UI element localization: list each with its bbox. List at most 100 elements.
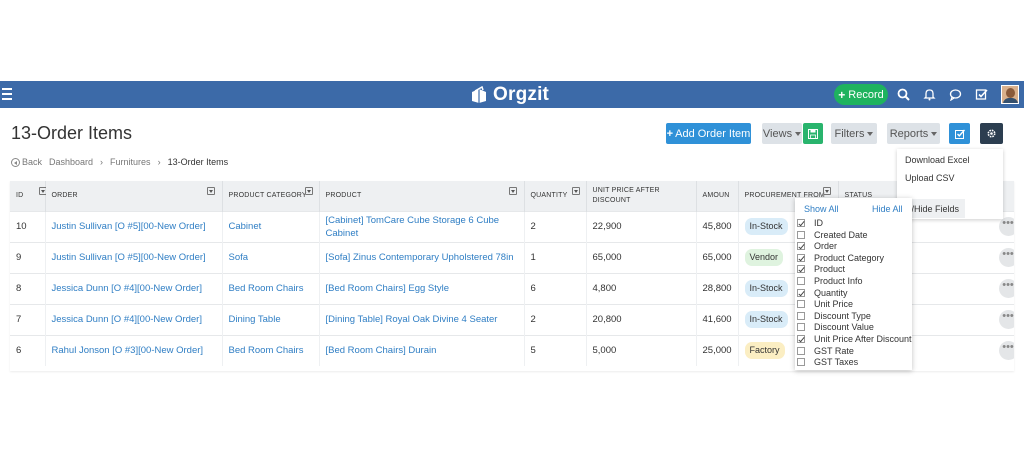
checkbox-icon[interactable]: [797, 300, 805, 309]
column-filter-icon[interactable]: [206, 187, 215, 195]
field-toggle-item[interactable]: Discount Type: [795, 311, 912, 323]
save-view-button[interactable]: [803, 123, 823, 144]
checkbox-icon[interactable]: [797, 277, 805, 285]
hide-all-link[interactable]: Hide All: [872, 204, 903, 214]
reports-dropdown[interactable]: Reports: [887, 123, 940, 144]
field-toggle-item[interactable]: Unit Price After Discount: [795, 334, 912, 346]
category-link[interactable]: Cabinet: [229, 221, 262, 232]
field-toggle-item[interactable]: Discount Value: [795, 322, 912, 334]
checkbox-icon[interactable]: [797, 219, 805, 227]
bell-icon[interactable]: [921, 86, 938, 103]
field-label: GST Rate: [814, 345, 854, 356]
hamburger-menu-icon[interactable]: [2, 88, 12, 100]
field-toggle-item[interactable]: Order: [795, 241, 912, 253]
checkbox-icon[interactable]: [797, 288, 805, 297]
more-actions-icon[interactable]: •••: [998, 310, 1014, 329]
order-link[interactable]: Justin Sullivan [O #5][00-New Order]: [52, 252, 206, 263]
field-toggle-item[interactable]: GST Rate: [795, 346, 912, 358]
orgzit-logo-icon: [472, 85, 486, 103]
cell-actions: •••: [898, 303, 1014, 335]
product-link[interactable]: [Bed Room Chairs] Durain: [326, 345, 437, 356]
checkbox-icon[interactable]: [797, 242, 805, 251]
product-link[interactable]: [Dining Table] Royal Oak Divine 4 Seater: [326, 314, 498, 325]
checkbox-icon[interactable]: [797, 346, 805, 355]
field-toggle-item[interactable]: Product Info: [795, 276, 912, 288]
product-link[interactable]: [Bed Room Chairs] Egg Style: [326, 283, 450, 294]
settings-button[interactable]: [980, 123, 1003, 144]
checkbox-icon[interactable]: [797, 253, 805, 262]
tasks-check-icon[interactable]: [973, 86, 990, 103]
column-filter-icon[interactable]: [822, 187, 831, 195]
cell-actions: •••: [898, 272, 1014, 304]
back-link[interactable]: Back: [11, 157, 42, 168]
cell-quantity: 2: [524, 210, 587, 242]
field-toggle-item[interactable]: Created Date: [795, 230, 912, 242]
column-header-order[interactable]: ORDER: [45, 181, 223, 211]
cell-order: Rahul Jonson [O #3][00-New Order]: [45, 334, 223, 366]
category-link[interactable]: Bed Room Chairs: [229, 283, 304, 294]
field-toggle-item[interactable]: GST Taxes: [795, 357, 912, 369]
download-excel-item[interactable]: Download Excel: [905, 155, 970, 165]
cell-unit-price: 65,000: [586, 241, 697, 273]
checkbox-icon[interactable]: [797, 230, 805, 239]
field-toggle-item[interactable]: Product: [795, 264, 912, 276]
cell-quantity: 6: [524, 272, 587, 304]
order-link[interactable]: Justin Sullivan [O #5][00-New Order]: [52, 221, 206, 232]
column-filter-icon[interactable]: [571, 187, 580, 195]
product-link[interactable]: [Cabinet] TomCare Cube Storage 6 Cube Ca…: [326, 215, 500, 239]
column-filter-icon[interactable]: [508, 187, 517, 195]
upload-csv-item[interactable]: Upload CSV: [905, 173, 955, 183]
checkbox-icon[interactable]: [797, 323, 805, 332]
cell-unit-price: 20,800: [586, 303, 697, 335]
order-link[interactable]: Jessica Dunn [O #4][00-New Order]: [52, 283, 202, 294]
more-actions-icon[interactable]: •••: [998, 248, 1014, 267]
column-header-unit-price[interactable]: UNIT PRICE AFTER DISCOUNT: [586, 181, 697, 211]
filters-dropdown[interactable]: Filters: [831, 123, 877, 144]
column-header-product[interactable]: PRODUCT: [319, 181, 525, 211]
cell-amount: 41,600: [696, 303, 739, 335]
category-link[interactable]: Bed Room Chairs: [229, 345, 304, 356]
checkbox-icon[interactable]: [797, 265, 805, 274]
breadcrumb-furnitures[interactable]: Furnitures: [110, 157, 151, 167]
column-header-quantity[interactable]: QUANTITY: [524, 181, 587, 211]
more-actions-icon[interactable]: •••: [998, 217, 1014, 236]
procurement-badge: In-Stock: [744, 218, 788, 235]
column-header-product-category[interactable]: PRODUCT CATEGORY: [222, 181, 320, 211]
cell-id: 8: [10, 272, 46, 304]
bulk-edit-button[interactable]: [949, 123, 970, 144]
show-all-link[interactable]: Show All: [804, 204, 839, 214]
checkbox-icon[interactable]: [797, 311, 805, 320]
procurement-badge: In-Stock: [744, 311, 788, 328]
field-toggle-item[interactable]: Unit Price: [795, 299, 912, 311]
more-actions-icon[interactable]: •••: [998, 279, 1014, 298]
order-link[interactable]: Jessica Dunn [O #4][00-New Order]: [52, 314, 202, 325]
views-dropdown[interactable]: Views: [762, 123, 802, 144]
checkbox-icon[interactable]: [797, 358, 805, 367]
order-link[interactable]: Rahul Jonson [O #3][00-New Order]: [52, 345, 204, 356]
field-toggle-item[interactable]: Product Category: [795, 253, 912, 265]
cell-order: Jessica Dunn [O #4][00-New Order]: [45, 272, 223, 304]
brand[interactable]: Orgzit: [470, 83, 549, 106]
cell-quantity: 2: [524, 303, 587, 335]
user-avatar[interactable]: [1001, 85, 1019, 104]
column-header-amount[interactable]: AMOUN: [696, 181, 739, 211]
breadcrumb-dashboard[interactable]: Dashboard: [49, 157, 93, 167]
cell-category: Bed Room Chairs: [222, 272, 320, 304]
chat-icon[interactable]: [947, 86, 964, 103]
search-icon[interactable]: [895, 86, 912, 103]
field-toggle-item[interactable]: ID: [795, 218, 912, 230]
checkbox-icon[interactable]: [797, 335, 805, 343]
field-label: Product: [814, 264, 846, 275]
add-record-button[interactable]: + Record: [834, 84, 888, 105]
field-toggle-item[interactable]: Quantity: [795, 288, 912, 300]
cell-amount: 25,000: [696, 334, 739, 366]
more-actions-icon[interactable]: •••: [998, 341, 1014, 361]
show-hide-fields-panel: Show All Hide All ID Created Date Order Pro…: [795, 198, 912, 370]
product-link[interactable]: [Sofa] Zinus Contemporary Upholstered 78…: [326, 252, 514, 263]
category-link[interactable]: Dining Table: [229, 314, 281, 325]
add-order-item-button[interactable]: + Add Order Item: [666, 123, 751, 144]
column-filter-icon[interactable]: [304, 187, 313, 195]
column-header-id[interactable]: ID: [10, 181, 47, 211]
cell-id: 9: [10, 241, 46, 273]
category-link[interactable]: Sofa: [229, 252, 249, 263]
